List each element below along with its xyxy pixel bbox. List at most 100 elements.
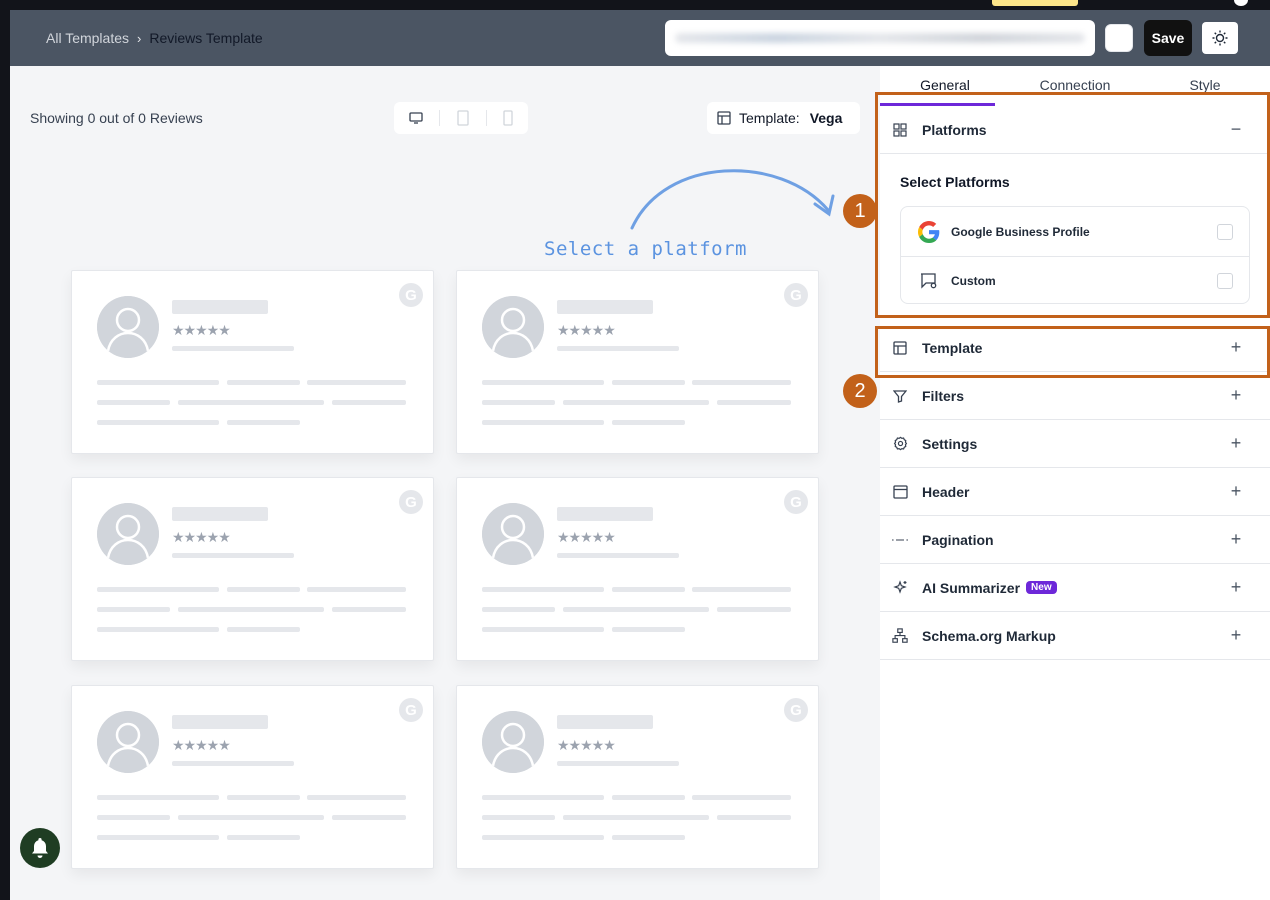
theme-toggle-button[interactable]	[1202, 22, 1238, 54]
expand-icon[interactable]: +	[1226, 433, 1246, 454]
text-line-placeholder	[482, 795, 604, 800]
save-button[interactable]: Save	[1144, 20, 1192, 56]
expand-icon[interactable]: +	[1226, 481, 1246, 502]
name-placeholder	[557, 300, 653, 314]
text-line-placeholder	[97, 380, 219, 385]
text-line-placeholder	[97, 835, 219, 840]
select-platform-hint: Select a platform	[544, 238, 747, 260]
rating-stars: ★★★★★	[557, 529, 616, 545]
text-line-placeholder	[227, 835, 300, 840]
template-selector[interactable]: Template: Vega	[707, 102, 860, 134]
gear-icon	[892, 436, 908, 452]
text-line-placeholder	[482, 835, 604, 840]
text-line-placeholder	[97, 815, 170, 820]
expand-icon[interactable]: +	[1226, 625, 1246, 646]
text-line-placeholder	[612, 627, 685, 632]
text-line-placeholder	[97, 627, 219, 632]
new-badge: New	[1026, 581, 1057, 594]
expand-icon[interactable]: +	[1226, 577, 1246, 598]
text-line-placeholder	[717, 400, 791, 405]
ai-summarizer-text: AI Summarizer	[922, 579, 1021, 596]
template-selector-label: Template:	[739, 110, 800, 126]
top-yellow-tab	[992, 0, 1078, 6]
rating-stars: ★★★★★	[557, 737, 616, 753]
rating-stars: ★★★★★	[172, 737, 231, 753]
name-placeholder	[557, 715, 653, 729]
text-line-placeholder	[482, 815, 555, 820]
breadcrumb-all-templates[interactable]: All Templates	[46, 30, 129, 46]
copy-button[interactable]	[1105, 24, 1133, 52]
layout-icon	[717, 111, 731, 125]
section-schema-markup[interactable]: Schema.org Markup +	[880, 612, 1270, 660]
preview-area: Showing 0 out of 0 Reviews Template: Veg…	[10, 66, 880, 900]
app: All Templates › Reviews Template Save Sh…	[10, 10, 1270, 900]
shortcode-field[interactable]	[665, 20, 1095, 56]
tablet-icon[interactable]	[456, 110, 470, 126]
text-line-placeholder	[307, 795, 406, 800]
text-line-placeholder	[612, 795, 685, 800]
text-line-placeholder	[692, 380, 791, 385]
date-placeholder	[557, 553, 679, 558]
text-line-placeholder	[482, 587, 604, 592]
section-filters[interactable]: Filters +	[880, 372, 1270, 420]
google-badge-icon: G	[399, 698, 423, 722]
highlight-platforms	[875, 92, 1270, 318]
section-ai-summarizer-label: AI Summarizer New	[922, 580, 1226, 596]
google-badge-icon: G	[784, 490, 808, 514]
text-line-placeholder	[307, 587, 406, 592]
review-card-placeholder: G ★★★★★	[71, 270, 434, 454]
text-line-placeholder	[97, 400, 170, 405]
device-switcher	[394, 102, 528, 134]
review-card-placeholder: G ★★★★★	[456, 477, 819, 661]
avatar-placeholder	[97, 503, 159, 565]
sparkle-icon	[892, 580, 908, 596]
name-placeholder	[172, 300, 268, 314]
text-line-placeholder	[717, 815, 791, 820]
device-divider	[485, 110, 487, 126]
rating-stars: ★★★★★	[172, 529, 231, 545]
expand-icon[interactable]: +	[1226, 529, 1246, 550]
avatar-placeholder	[482, 711, 544, 773]
section-filters-label: Filters	[922, 387, 965, 404]
text-line-placeholder	[178, 400, 324, 405]
text-line-placeholder	[332, 815, 406, 820]
text-line-placeholder	[97, 795, 219, 800]
review-card-placeholder: G ★★★★★	[71, 685, 434, 869]
desktop-icon[interactable]	[408, 111, 424, 125]
text-line-placeholder	[563, 607, 709, 612]
google-badge-icon: G	[784, 698, 808, 722]
section-pagination-label: Pagination	[922, 531, 994, 548]
review-card-placeholder: G ★★★★★	[456, 270, 819, 454]
text-line-placeholder	[227, 587, 300, 592]
google-badge-icon: G	[784, 283, 808, 307]
filter-icon	[892, 388, 908, 404]
text-line-placeholder	[612, 587, 685, 592]
text-line-placeholder	[612, 835, 685, 840]
annotation-marker-2: 2	[843, 374, 877, 408]
section-header[interactable]: Header +	[880, 468, 1270, 516]
expand-icon[interactable]: +	[1226, 385, 1246, 406]
section-settings-label: Settings	[922, 435, 978, 452]
device-divider	[439, 110, 441, 126]
sun-icon	[1212, 30, 1228, 46]
avatar-placeholder	[482, 503, 544, 565]
curved-arrow-icon	[630, 169, 835, 230]
shortcode-blurred-text	[675, 33, 1085, 43]
name-placeholder	[172, 715, 268, 729]
mobile-icon[interactable]	[502, 110, 514, 126]
date-placeholder	[172, 553, 294, 558]
sitemap-icon	[892, 627, 908, 644]
section-schema-label: Schema.org Markup	[922, 627, 1056, 644]
highlight-template	[875, 326, 1270, 378]
google-badge-icon: G	[399, 283, 423, 307]
text-line-placeholder	[482, 627, 604, 632]
section-settings[interactable]: Settings +	[880, 420, 1270, 468]
date-placeholder	[557, 761, 679, 766]
section-pagination[interactable]: Pagination +	[880, 516, 1270, 564]
notification-bell-button[interactable]	[20, 828, 60, 868]
header-icon	[892, 484, 908, 500]
text-line-placeholder	[227, 795, 300, 800]
top-header: All Templates › Reviews Template Save	[10, 10, 1270, 66]
text-line-placeholder	[178, 607, 324, 612]
section-ai-summarizer[interactable]: AI Summarizer New +	[880, 564, 1270, 612]
